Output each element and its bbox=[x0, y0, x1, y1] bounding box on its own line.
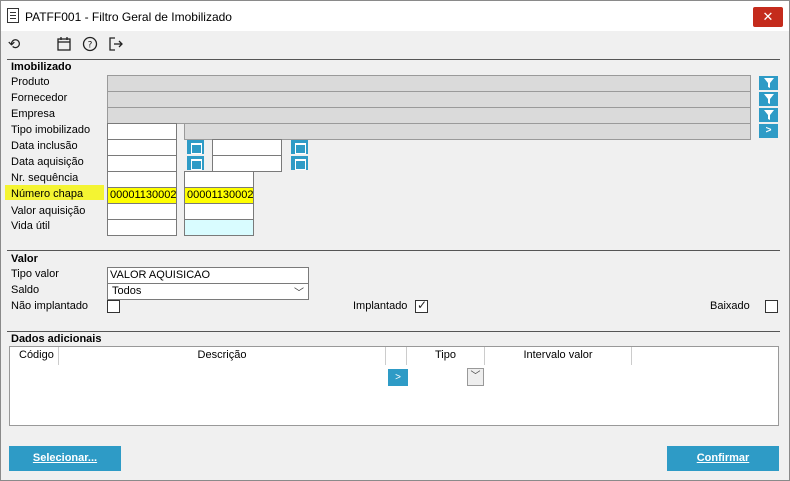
valor-aquisicao-from-field[interactable] bbox=[107, 203, 177, 220]
filter-icon[interactable] bbox=[759, 76, 778, 90]
fornecedor-field[interactable] bbox=[107, 91, 751, 108]
column-header-codigo[interactable]: Código bbox=[10, 347, 59, 365]
data-inclusao-label: Data inclusão bbox=[11, 140, 78, 152]
vida-util-label: Vida útil bbox=[11, 220, 50, 232]
confirmar-button[interactable]: Confirmar bbox=[667, 446, 779, 471]
calendar-icon[interactable] bbox=[55, 36, 73, 54]
empresa-field[interactable] bbox=[107, 107, 751, 124]
column-header-descricao[interactable]: Descrição bbox=[59, 347, 386, 365]
valor-aquisicao-to-field[interactable] bbox=[184, 203, 254, 220]
numero-chapa-to-field[interactable]: 00001130002 bbox=[184, 187, 254, 204]
tipo-valor-label: Tipo valor bbox=[11, 268, 59, 280]
tipo-imobilizado-lookup-button[interactable]: > bbox=[759, 124, 778, 138]
title-bar: PATFF001 - Filtro Geral de Imobilizado ✕ bbox=[1, 1, 789, 31]
saldo-select[interactable]: Todos ﹀ bbox=[107, 283, 309, 300]
section-title-valor: Valor bbox=[11, 253, 38, 265]
data-aquisicao-label: Data aquisição bbox=[11, 156, 84, 168]
numero-chapa-label: Número chapa bbox=[11, 188, 84, 200]
implantado-checkbox[interactable] bbox=[415, 298, 428, 313]
selecionar-button[interactable]: Selecionar... bbox=[9, 446, 121, 471]
vida-util-from-field[interactable] bbox=[107, 219, 177, 236]
help-icon[interactable]: ? bbox=[81, 36, 99, 54]
tipo-imobilizado-code-field[interactable] bbox=[107, 123, 177, 140]
saldo-label: Saldo bbox=[11, 284, 40, 296]
saldo-select-value: Todos bbox=[112, 285, 142, 297]
section-title-dados-adicionais: Dados adicionais bbox=[11, 333, 102, 345]
data-aquisicao-to-field[interactable] bbox=[212, 155, 282, 172]
produto-label: Produto bbox=[11, 76, 50, 88]
numero-chapa-from-field[interactable]: 00001130002 bbox=[107, 187, 177, 204]
produto-field[interactable] bbox=[107, 75, 751, 92]
calendar-icon[interactable] bbox=[187, 156, 204, 170]
window-title: PATFF001 - Filtro Geral de Imobilizado bbox=[25, 10, 232, 24]
chevron-down-icon: ﹀ bbox=[470, 371, 481, 382]
vida-util-to-field[interactable] bbox=[184, 219, 254, 236]
empresa-label: Empresa bbox=[11, 108, 56, 120]
tipo-valor-field[interactable]: VALOR AQUISICAO bbox=[107, 267, 309, 284]
column-header-intervalo-valor[interactable]: Intervalo valor bbox=[485, 347, 632, 365]
undo-icon[interactable]: ⟲ bbox=[5, 36, 23, 54]
valor-aquisicao-label: Valor aquisição bbox=[11, 205, 86, 217]
tipo-dropdown[interactable]: ﹀ bbox=[467, 368, 484, 386]
document-icon bbox=[7, 8, 19, 23]
column-header-tipo[interactable]: Tipo bbox=[407, 347, 485, 365]
nao-implantado-label: Não implantado bbox=[11, 300, 89, 312]
section-title-imobilizado: Imobilizado bbox=[11, 61, 72, 73]
column-header-blank bbox=[386, 347, 407, 365]
tipo-imobilizado-description-field bbox=[184, 123, 751, 140]
chevron-down-icon: ﹀ bbox=[294, 288, 304, 299]
filter-icon[interactable] bbox=[759, 92, 778, 106]
nr-sequencia-to-field[interactable] bbox=[184, 171, 254, 188]
nr-sequencia-label: Nr. sequência bbox=[11, 172, 79, 184]
data-aquisicao-from-field[interactable] bbox=[107, 155, 177, 172]
data-inclusao-from-field[interactable] bbox=[107, 139, 177, 156]
dados-adicionais-grid[interactable]: Código Descrição Tipo Intervalo valor > … bbox=[9, 346, 779, 426]
filter-icon[interactable] bbox=[759, 108, 778, 122]
baixado-label: Baixado bbox=[710, 300, 750, 312]
row-expand-button[interactable]: > bbox=[388, 369, 408, 386]
calendar-icon[interactable] bbox=[187, 140, 204, 154]
implantado-label: Implantado bbox=[353, 300, 408, 312]
exit-icon[interactable] bbox=[107, 36, 125, 54]
toolbar: ⟲ ? bbox=[1, 31, 789, 59]
calendar-icon[interactable] bbox=[291, 156, 308, 170]
nao-implantado-checkbox[interactable] bbox=[107, 300, 120, 313]
divider bbox=[7, 250, 780, 251]
divider bbox=[7, 59, 780, 60]
baixado-checkbox[interactable] bbox=[765, 300, 778, 313]
close-button[interactable]: ✕ bbox=[753, 7, 783, 27]
tipo-imobilizado-label: Tipo imobilizado bbox=[11, 124, 91, 136]
fornecedor-label: Fornecedor bbox=[11, 92, 68, 104]
nr-sequencia-from-field[interactable] bbox=[107, 171, 177, 188]
svg-text:?: ? bbox=[88, 41, 93, 51]
divider bbox=[7, 331, 780, 332]
calendar-icon[interactable] bbox=[291, 140, 308, 154]
data-inclusao-to-field[interactable] bbox=[212, 139, 282, 156]
filter-dialog: PATFF001 - Filtro Geral de Imobilizado ✕… bbox=[0, 0, 790, 481]
